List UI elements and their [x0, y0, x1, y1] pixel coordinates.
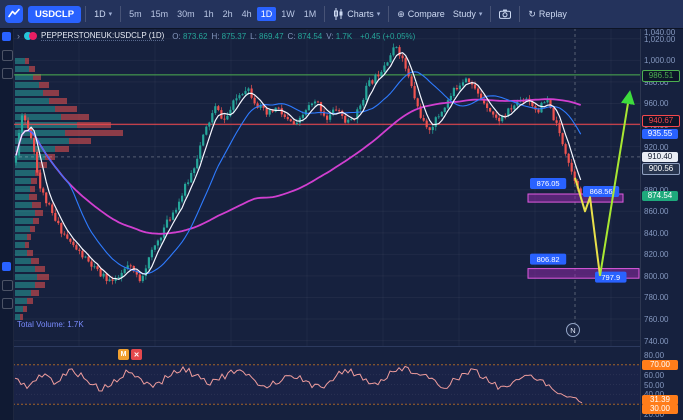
price-scale-label: 800.00 [644, 272, 668, 281]
interval-button-2h[interactable]: 2h [219, 7, 237, 21]
study-button[interactable]: Study▾ [449, 7, 487, 21]
compare-plus-icon: ⊕ [397, 9, 405, 20]
candles-icon [333, 8, 344, 20]
rsi-indicator-canvas[interactable] [13, 347, 641, 420]
chevron-down-icon: ▾ [377, 10, 381, 18]
price-scale-badge: 986.51 [642, 70, 680, 82]
price-scale-label: 920.00 [644, 143, 668, 152]
svg-text:N: N [570, 326, 575, 335]
magnet-icon[interactable] [2, 298, 13, 309]
svg-text:806.82: 806.82 [537, 255, 560, 264]
broker-logo-icon [24, 32, 37, 40]
rsi-scale-badge: 30.00 [642, 404, 678, 414]
trading-chart-window: USDCLP 1D▾ 5m15m30m1h2h4h1D1W1M Charts▾ … [0, 0, 683, 420]
interval-button-4h[interactable]: 4h [238, 7, 256, 21]
watchlist-icon[interactable] [2, 32, 11, 41]
ma-mid-line [16, 72, 581, 274]
news-icon[interactable] [2, 68, 13, 79]
app-logo-icon[interactable] [5, 5, 23, 23]
widget-close-icon[interactable]: ✕ [131, 349, 142, 360]
legend-field: L: 869.47 [250, 32, 283, 41]
chevron-down-icon: ▾ [109, 10, 113, 18]
price-scale-label: 960.00 [644, 99, 668, 108]
interval-button-1h[interactable]: 1h [200, 7, 218, 21]
total-volume-label: Total Volume: 1.7K [17, 320, 84, 329]
pane-divider[interactable] [0, 346, 683, 347]
legend-field: V: 1.7K [326, 32, 352, 41]
price-scale-label: 1,000.00 [644, 56, 675, 65]
price-scale-badge: 910.40 [642, 152, 678, 162]
svg-text:876.05: 876.05 [537, 179, 560, 188]
toolbar-divider [388, 6, 389, 22]
snapshot-button[interactable] [495, 7, 515, 21]
toolbar-divider [490, 6, 491, 22]
replay-button[interactable]: ↻ Replay [524, 7, 571, 22]
replay-icon: ↻ [528, 9, 536, 20]
toolbar-divider [324, 6, 325, 22]
interval-button-30m[interactable]: 30m [173, 7, 199, 21]
price-chart-canvas[interactable]: 876.05 868.56 806.82 797.9 N [13, 28, 641, 346]
price-scale-label: 780.00 [644, 293, 668, 302]
price-scale-label: 740.00 [644, 337, 668, 346]
widget-minimize-button[interactable]: M [118, 349, 129, 360]
chevron-down-icon: ▾ [479, 10, 483, 18]
interval-button-1M[interactable]: 1M [300, 7, 321, 21]
rsi-scale-label: 80.00 [644, 351, 664, 360]
price-scale-label: 840.00 [644, 229, 668, 238]
price-tag[interactable]: 806.82 [530, 254, 566, 265]
candlestick-series [15, 44, 582, 285]
alerts-icon[interactable] [2, 50, 13, 61]
legend-field: H: 875.37 [211, 32, 246, 41]
top-toolbar: USDCLP 1D▾ 5m15m30m1h2h4h1D1W1M Charts▾ … [0, 0, 683, 29]
legend-ohlcv: O: 873.62 H: 875.37 L: 869.47 C: 874.54V: 1… [168, 32, 352, 41]
price-scale-badge: 874.54 [642, 191, 678, 201]
toolbar-divider [120, 6, 121, 22]
rsi-scale-label: 50.00 [644, 381, 664, 390]
measure-icon[interactable] [2, 280, 13, 291]
price-scale-label: 860.00 [644, 207, 668, 216]
legend-change: +0.45 (+0.05%) [360, 32, 415, 41]
price-scale-badge: 940.67 [642, 115, 680, 127]
price-scale-label: 760.00 [644, 315, 668, 324]
interval-button-group: 5m15m30m1h2h4h1D1W1M [125, 7, 320, 21]
toolbar-divider [85, 6, 86, 22]
symbol-button[interactable]: USDCLP [28, 6, 81, 23]
floating-widget: M ✕ [118, 349, 142, 360]
chart-legend: › PEPPERSTONEUK:USDCLP (1D) O: 873.62 H: … [17, 31, 415, 41]
legend-symbol[interactable]: PEPPERSTONEUK:USDCLP (1D) [41, 31, 164, 41]
interval-button-5m[interactable]: 5m [125, 7, 146, 21]
svg-text:868.56: 868.56 [590, 187, 613, 196]
interval-button-1W[interactable]: 1W [277, 7, 299, 21]
price-scale[interactable]: 1,040.001,020.001,000.00980.00960.00940.… [640, 28, 683, 420]
legend-collapse-icon[interactable]: › [17, 31, 20, 41]
chart-type-button[interactable]: Charts▾ [329, 6, 384, 22]
svg-text:797.9: 797.9 [601, 273, 620, 282]
price-scale-label: 1,020.00 [644, 35, 675, 44]
legend-field: C: 874.54 [288, 32, 323, 41]
price-scale-badge: 935.55 [642, 129, 678, 139]
price-tag[interactable]: 876.05 [530, 178, 566, 189]
price-scale-badge: 900.56 [642, 163, 680, 175]
compare-button[interactable]: ⊕ Compare [393, 7, 449, 22]
price-scale-label: 820.00 [644, 250, 668, 259]
chart-marker[interactable]: N [567, 324, 580, 337]
rsi-scale-label: 60.00 [644, 371, 664, 380]
interval-button-15m[interactable]: 15m [147, 7, 173, 21]
rsi-scale-badge: 70.00 [642, 360, 678, 370]
camera-icon [499, 9, 511, 19]
drawing-tools-icon[interactable] [2, 262, 11, 271]
interval-menu-button[interactable]: 1D▾ [90, 7, 116, 21]
left-tool-rail [0, 28, 14, 420]
interval-button-1D[interactable]: 1D [257, 7, 277, 21]
legend-field: O: 873.62 [172, 32, 207, 41]
toolbar-divider [519, 6, 520, 22]
